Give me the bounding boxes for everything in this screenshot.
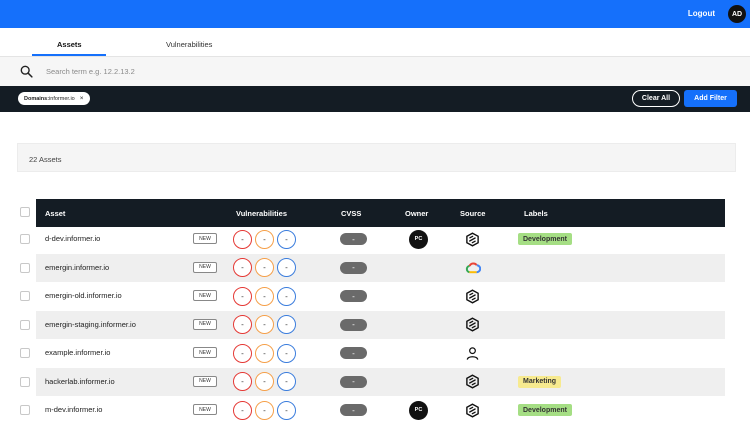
top-bar: Logout AD	[0, 0, 750, 28]
new-badge: NEW	[193, 261, 217, 273]
asset-name[interactable]: example.informer.io	[45, 348, 110, 357]
row-checkbox[interactable]	[20, 234, 30, 245]
row-checkbox[interactable]	[20, 376, 30, 387]
filter-chip-key: Domains:	[24, 95, 50, 102]
table-row[interactable]: d-dev.informer.io NEW - - - - PC Development	[0, 225, 750, 254]
new-badge: NEW	[193, 290, 217, 302]
table-header: Asset Vulnerabilities CVSS Owner Source …	[36, 199, 725, 227]
row-checkbox[interactable]	[20, 291, 30, 302]
new-badge: NEW	[193, 347, 217, 359]
active-tab-indicator	[32, 54, 106, 56]
hexagon-icon	[465, 403, 480, 418]
row-background	[36, 310, 725, 339]
cvss-score: -	[340, 375, 367, 388]
page-bottom-edge	[0, 420, 750, 424]
search-icon[interactable]	[20, 65, 33, 78]
search-bar	[0, 57, 750, 86]
new-badge: NEW	[193, 233, 217, 245]
asset-name[interactable]: emergin-old.informer.io	[45, 291, 122, 300]
cvss-score: -	[340, 404, 367, 417]
column-header-source[interactable]: Source	[460, 209, 485, 218]
table-row[interactable]: example.informer.io NEW - - - -	[0, 339, 750, 368]
vulnerability-critical-count[interactable]: -	[233, 286, 252, 306]
asset-label[interactable]: Development	[518, 404, 572, 417]
vulnerability-low-count[interactable]: -	[277, 343, 296, 363]
tab-bar: Assets Vulnerabilities	[0, 28, 750, 57]
cvss-score: -	[340, 261, 367, 274]
row-background	[36, 253, 725, 282]
new-badge: NEW	[193, 404, 217, 416]
row-background	[36, 367, 725, 396]
hexagon-icon	[465, 289, 480, 304]
asset-count: 22 Assets	[29, 155, 62, 164]
column-header-owner[interactable]: Owner	[405, 209, 428, 218]
tab-assets[interactable]: Assets	[57, 40, 82, 49]
user-icon	[465, 346, 480, 361]
table-row[interactable]: emergin-staging.informer.io NEW - - - -	[0, 310, 750, 339]
vulnerability-low-count[interactable]: -	[277, 229, 296, 249]
asset-name[interactable]: hackerlab.informer.io	[45, 377, 115, 386]
table-row[interactable]: emergin-old.informer.io NEW - - - -	[0, 282, 750, 311]
row-background	[36, 282, 725, 311]
vulnerability-critical-count[interactable]: -	[233, 229, 252, 249]
hexagon-icon	[465, 374, 480, 389]
row-background	[36, 225, 725, 254]
cvss-score: -	[340, 233, 367, 246]
table-row[interactable]: emergin.informer.io NEW - - - -	[0, 253, 750, 282]
asset-name[interactable]: emergin-staging.informer.io	[45, 320, 136, 329]
table-row[interactable]: hackerlab.informer.io NEW - - - - Marketing	[0, 367, 750, 396]
filter-bar: Domains:informer.io × Clear All Add Filt…	[0, 86, 750, 112]
asset-count-panel: 22 Assets	[17, 143, 736, 172]
hexagon-icon	[465, 317, 480, 332]
asset-name[interactable]: emergin.informer.io	[45, 263, 109, 272]
vulnerability-critical-count[interactable]: -	[233, 343, 252, 363]
new-badge: NEW	[193, 375, 217, 387]
tab-vulnerabilities[interactable]: Vulnerabilities	[166, 40, 212, 49]
new-badge: NEW	[193, 318, 217, 330]
asset-name[interactable]: d-dev.informer.io	[45, 234, 100, 243]
cvss-score: -	[340, 318, 367, 331]
asset-name[interactable]: m-dev.informer.io	[45, 405, 102, 414]
owner-avatar[interactable]: PC	[409, 229, 428, 249]
column-header-vulnerabilities[interactable]: Vulnerabilities	[236, 209, 287, 218]
vulnerability-medium-count[interactable]: -	[255, 286, 274, 306]
select-all-checkbox[interactable]	[20, 207, 30, 217]
row-checkbox[interactable]	[20, 319, 30, 330]
column-header-cvss[interactable]: CVSS	[341, 209, 361, 218]
vulnerability-medium-count[interactable]: -	[255, 400, 274, 420]
asset-label[interactable]: Development	[518, 233, 572, 246]
filter-chip-value: informer.io	[49, 95, 75, 102]
asset-label[interactable]: Marketing	[518, 375, 562, 388]
cvss-score: -	[340, 347, 367, 360]
hexagon-icon	[465, 232, 480, 247]
logout-link[interactable]: Logout	[688, 9, 715, 18]
avatar[interactable]: AD	[728, 5, 746, 23]
owner-avatar[interactable]: PC	[409, 400, 428, 420]
google-cloud-icon	[465, 260, 482, 275]
close-icon[interactable]: ×	[80, 95, 84, 102]
row-background	[36, 339, 725, 368]
add-filter-button[interactable]: Add Filter	[684, 90, 737, 107]
filter-chip-domains[interactable]: Domains:informer.io ×	[18, 92, 90, 105]
search-input[interactable]	[46, 64, 646, 79]
vulnerability-medium-count[interactable]: -	[255, 343, 274, 363]
column-header-asset[interactable]: Asset	[45, 209, 65, 218]
clear-all-button[interactable]: Clear All	[632, 90, 680, 107]
vulnerability-medium-count[interactable]: -	[255, 229, 274, 249]
vulnerability-critical-count[interactable]: -	[233, 400, 252, 420]
row-checkbox[interactable]	[20, 262, 30, 273]
cvss-score: -	[340, 290, 367, 303]
vulnerability-low-count[interactable]: -	[277, 400, 296, 420]
row-checkbox[interactable]	[20, 405, 30, 416]
column-header-labels[interactable]: Labels	[524, 209, 548, 218]
vulnerability-low-count[interactable]: -	[277, 286, 296, 306]
row-checkbox[interactable]	[20, 348, 30, 359]
